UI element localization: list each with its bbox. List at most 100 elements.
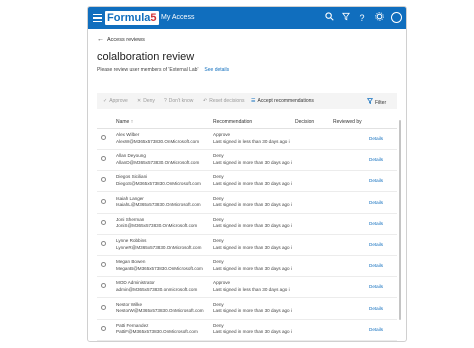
see-details-link[interactable]: See details bbox=[204, 67, 229, 73]
recommendation-reason: Last signed in more than 30 days ago i bbox=[213, 329, 292, 335]
user-email: LynneR@M365x573830.OnMicrosoft.com bbox=[116, 244, 202, 250]
details-link[interactable]: Details bbox=[369, 221, 383, 226]
top-bar: Formula5 My Access ? bbox=[88, 7, 406, 29]
avatar[interactable] bbox=[391, 12, 402, 23]
deny-button[interactable]: ✕ Deny bbox=[137, 98, 155, 104]
user-email: MeganB@M365x573830.OnMicrosoft.com bbox=[116, 265, 203, 271]
recommendation-cell: Deny Last signed in more than 30 days ago… bbox=[213, 238, 292, 251]
page-title: colalboration review bbox=[97, 51, 195, 63]
user-cell: MOD Administrator admin@M365x573830.onmic… bbox=[116, 280, 197, 293]
list-check-icon: ☰ bbox=[251, 98, 256, 104]
row-select-radio[interactable] bbox=[101, 241, 106, 246]
table-row[interactable]: Alex Wilber AlexW@M365x573830.OnMicrosoft… bbox=[97, 129, 397, 150]
table-row[interactable]: Isaiah Langer IsaiahL@M365x573830.OnMicro… bbox=[97, 193, 397, 214]
logo-text: Formula bbox=[107, 12, 151, 24]
details-link[interactable]: Details bbox=[369, 178, 383, 183]
hamburger-menu-icon[interactable] bbox=[93, 14, 102, 22]
accept-recommendations-button[interactable]: ☰ Accept recommendations bbox=[251, 98, 314, 104]
details-link[interactable]: Details bbox=[369, 284, 383, 289]
search-icon[interactable] bbox=[323, 12, 335, 24]
table-row[interactable]: Diegos Siciliani DiegoS@M365x573830.OnMic… bbox=[97, 171, 397, 193]
filter-icon bbox=[366, 98, 374, 106]
user-cell: Isaiah Langer IsaiahL@M365x573830.OnMicro… bbox=[116, 196, 201, 209]
recommendation-cell: Deny Last signed in more than 30 days ago… bbox=[213, 196, 292, 209]
table-row[interactable]: Nestor Wilke NestorW@M365x573830.OnMicros… bbox=[97, 299, 397, 320]
recommendation-reason: Last signed in more than 30 days ago i bbox=[213, 265, 292, 271]
user-email: JoniS@M365x573830.OnMicrosoft.com bbox=[116, 223, 198, 229]
row-select-radio[interactable] bbox=[101, 325, 106, 331]
user-email: NestorW@M365x573830.OnMicrosoft.com bbox=[116, 308, 204, 314]
recommendation-reason: Last signed in less than 30 days ago i bbox=[213, 286, 290, 292]
deny-label: Deny bbox=[143, 98, 155, 104]
reset-icon: ↶ bbox=[203, 98, 208, 104]
user-email: AlexW@M365x573830.OnMicrosoft.com bbox=[116, 138, 200, 144]
breadcrumb[interactable]: ← Access reviews bbox=[97, 36, 145, 43]
settings-icon[interactable] bbox=[373, 12, 385, 24]
table-row[interactable]: Lynne Robbins LynneR@M365x573830.OnMicros… bbox=[97, 235, 397, 256]
details-link[interactable]: Details bbox=[369, 242, 383, 247]
table-header: Name ↑ Recommendation Decision Reviewed … bbox=[97, 116, 397, 129]
details-link[interactable]: Details bbox=[369, 306, 383, 311]
column-header-recommendation[interactable]: Recommendation bbox=[213, 119, 252, 125]
filter-button[interactable]: Filter bbox=[366, 98, 387, 106]
column-header-decision[interactable]: Decision bbox=[295, 119, 314, 125]
user-cell: Nestor Wilke NestorW@M365x573830.OnMicros… bbox=[116, 302, 204, 315]
user-email: AllanD@M365x573830.OnMicrosoft.com bbox=[116, 159, 200, 165]
approve-button[interactable]: ✓ Approve bbox=[103, 98, 128, 104]
recommendation-cell: Deny Last signed in more than 30 days ago… bbox=[213, 174, 292, 187]
row-select-radio[interactable] bbox=[101, 156, 106, 162]
user-cell: Joni Sherman JoniS@M365x573830.OnMicrosof… bbox=[116, 217, 197, 230]
app-window: Formula5 My Access ? ← Access reviews col… bbox=[87, 6, 407, 342]
recommendation-cell: Deny Last signed in more than 30 days ago… bbox=[213, 323, 292, 336]
reset-decisions-button[interactable]: ↶ Reset decisions bbox=[203, 98, 245, 104]
recommendation-cell: Deny Last signed in more than 30 days ago… bbox=[213, 302, 292, 315]
details-link[interactable]: Details bbox=[369, 327, 383, 332]
recommendation-reason: Last signed in more than 30 days ago i bbox=[213, 159, 292, 165]
column-header-reviewed-by[interactable]: Reviewed by bbox=[333, 119, 362, 125]
column-header-name[interactable]: Name ↑ bbox=[116, 119, 133, 125]
recommendation-cell: Deny Last signed in more than 30 days ago… bbox=[213, 217, 292, 230]
scrollbar-thumb[interactable] bbox=[399, 120, 401, 320]
recommendation-reason: Last signed in more than 30 days ago i bbox=[213, 244, 292, 250]
row-select-radio[interactable] bbox=[101, 177, 106, 183]
details-link[interactable]: Details bbox=[369, 263, 383, 268]
dont-know-button[interactable]: ? Don't know bbox=[164, 98, 193, 104]
filter-label: Filter bbox=[375, 100, 387, 106]
logo: Formula5 bbox=[105, 11, 159, 25]
approve-label: Approve bbox=[109, 98, 128, 104]
row-select-radio[interactable] bbox=[101, 219, 106, 225]
row-select-radio[interactable] bbox=[101, 135, 106, 140]
subtitle-text: Please review user members of 'External … bbox=[97, 67, 199, 73]
user-email: IsaiahL@M365x573830.OnMicrosoft.com bbox=[116, 202, 201, 208]
row-select-radio[interactable] bbox=[101, 304, 106, 310]
close-icon: ✕ bbox=[137, 98, 142, 104]
user-email: PattiF@M365x573830.OnMicrosoft.com bbox=[116, 329, 198, 335]
recommendation-cell: Deny Last signed in more than 30 days ago… bbox=[213, 259, 292, 272]
scrollbar[interactable] bbox=[398, 116, 402, 341]
table-row[interactable]: Allan Deyoung AllanD@M365x573830.OnMicros… bbox=[97, 150, 397, 172]
user-cell: Diegos Siciliani DiegoS@M365x573830.OnMic… bbox=[116, 174, 201, 187]
breadcrumb-label[interactable]: Access reviews bbox=[107, 37, 145, 43]
row-select-radio[interactable] bbox=[101, 262, 106, 268]
recommendation-cell: Approve Last signed in less than 30 days … bbox=[213, 132, 290, 145]
table-row[interactable]: Patti Fernandez PattiF@M365x573830.OnMicr… bbox=[97, 320, 397, 341]
table-row[interactable]: Megan Bowen MeganB@M365x573830.OnMicrosof… bbox=[97, 256, 397, 278]
details-link[interactable]: Details bbox=[369, 200, 383, 205]
filter-icon[interactable] bbox=[340, 12, 352, 24]
recommendation-reason: Last signed in more than 30 days ago i bbox=[213, 308, 292, 314]
recommendation-reason: Last signed in more than 30 days ago i bbox=[213, 180, 292, 186]
details-link[interactable]: Details bbox=[369, 157, 383, 162]
question-icon: ? bbox=[164, 98, 167, 104]
row-select-radio[interactable] bbox=[101, 198, 106, 204]
recommendation-reason: Last signed in less than 30 days ago i bbox=[213, 138, 290, 144]
table-row[interactable]: MOD Administrator admin@M365x573830.onmic… bbox=[97, 277, 397, 299]
user-cell: Patti Fernandez PattiF@M365x573830.OnMicr… bbox=[116, 323, 198, 336]
row-select-radio[interactable] bbox=[101, 283, 106, 289]
back-arrow-icon[interactable]: ← bbox=[97, 36, 104, 43]
reset-label: Reset decisions bbox=[209, 98, 245, 104]
help-icon[interactable]: ? bbox=[356, 12, 368, 24]
user-cell: Alex Wilber AlexW@M365x573830.OnMicrosoft… bbox=[116, 132, 199, 145]
details-link[interactable]: Details bbox=[369, 136, 383, 141]
table-row[interactable]: Joni Sherman JoniS@M365x573830.OnMicrosof… bbox=[97, 214, 397, 235]
accept-label: Accept recommendations bbox=[257, 98, 314, 104]
